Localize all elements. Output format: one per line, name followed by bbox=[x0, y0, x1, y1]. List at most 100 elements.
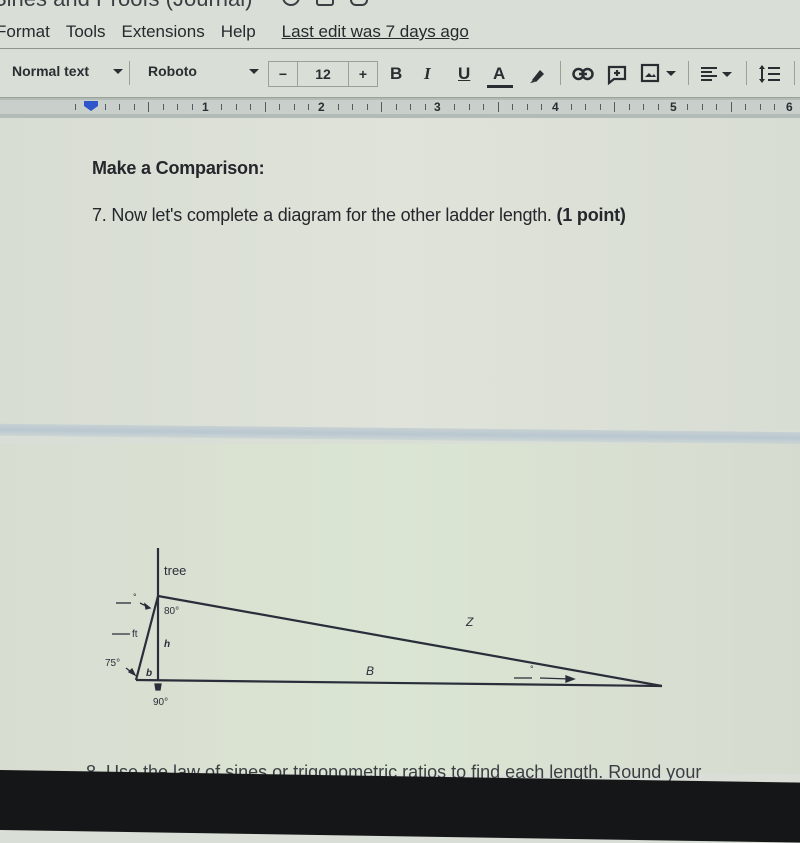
link-icon[interactable] bbox=[572, 67, 594, 81]
chevron-down-icon bbox=[722, 71, 732, 77]
ft-label: ft bbox=[132, 629, 138, 640]
italic-button[interactable]: I bbox=[424, 61, 431, 87]
ruler-tick bbox=[774, 104, 776, 110]
question-text: 7. Now let's complete a diagram for the … bbox=[92, 205, 552, 225]
arrow-head-icon bbox=[127, 667, 137, 677]
paragraph-style-dropdown[interactable]: Normal text bbox=[12, 63, 124, 79]
ground-angle-label: 75° bbox=[105, 658, 120, 669]
ruler-number: 5 bbox=[670, 100, 677, 114]
chevron-down-icon bbox=[113, 68, 124, 74]
ruler-tick bbox=[162, 104, 164, 110]
ruler-tick bbox=[745, 104, 747, 110]
ruler-tick bbox=[512, 104, 514, 110]
ruler-tick bbox=[570, 104, 572, 110]
ruler-tick bbox=[191, 104, 193, 110]
ruler-tick bbox=[366, 104, 368, 110]
question-7: 7. Now let's complete a diagram for the … bbox=[92, 205, 626, 226]
ruler-tick bbox=[541, 104, 543, 110]
line-spacing-icon[interactable] bbox=[758, 64, 782, 84]
arrow-head-icon bbox=[565, 675, 576, 683]
ruler-tick bbox=[614, 102, 616, 112]
ruler-tick bbox=[643, 104, 645, 110]
toolbar-separator bbox=[560, 61, 561, 85]
ruler-tick bbox=[599, 104, 601, 110]
ruler-tick bbox=[585, 104, 587, 110]
font-dropdown[interactable]: Roboto bbox=[148, 63, 259, 79]
ruler-tick bbox=[483, 104, 485, 110]
ruler-tick bbox=[701, 104, 703, 110]
ladder-triangle-diagram: tree 80° ° ft h 75° b 90° Z B ° bbox=[105, 548, 663, 708]
highlight-pen-icon[interactable] bbox=[528, 66, 546, 84]
bold-button[interactable]: B bbox=[390, 61, 402, 87]
ruler-track: 1 2 3 4 5 6 bbox=[0, 100, 800, 114]
increase-font-size-button[interactable]: + bbox=[349, 62, 377, 86]
add-comment-icon[interactable] bbox=[607, 65, 627, 85]
h-label: h bbox=[164, 639, 170, 650]
font-size-input[interactable]: 12 bbox=[297, 62, 349, 86]
insert-image-button[interactable] bbox=[640, 63, 676, 83]
align-button[interactable] bbox=[700, 66, 732, 82]
text-color-letter: A bbox=[493, 64, 506, 83]
document-title[interactable]: Sines and Proofs (Journal) bbox=[0, 0, 252, 12]
z-label: Z bbox=[465, 615, 474, 629]
ruler-tick bbox=[148, 102, 150, 112]
cloud-status-icon[interactable] bbox=[350, 0, 368, 6]
ruler-tick bbox=[250, 104, 252, 110]
ruler-tick bbox=[293, 104, 295, 110]
ruler[interactable]: 1 2 3 4 5 6 bbox=[0, 97, 800, 118]
ruler-tick bbox=[424, 104, 426, 110]
ruler-number: 6 bbox=[786, 100, 793, 114]
ruler-tick bbox=[381, 102, 383, 112]
paragraph-style-value: Normal text bbox=[12, 63, 90, 79]
text-color-button[interactable]: A bbox=[487, 61, 513, 89]
ruler-tick bbox=[526, 104, 528, 110]
toolbar-separator bbox=[794, 61, 795, 85]
move-to-folder-icon[interactable] bbox=[316, 0, 334, 6]
ruler-tick bbox=[410, 104, 412, 110]
ruler-tick bbox=[468, 104, 470, 110]
arrow-head-icon bbox=[144, 602, 152, 610]
ruler-tick bbox=[657, 104, 659, 110]
menu-divider bbox=[0, 48, 800, 49]
star-icon[interactable] bbox=[282, 0, 300, 6]
ruler-number: 3 bbox=[434, 100, 441, 114]
ruler-tick bbox=[75, 104, 77, 110]
ruler-tick bbox=[730, 102, 732, 112]
question-points: (1 point) bbox=[556, 205, 626, 225]
ruler-tick bbox=[308, 104, 310, 110]
left-indent-marker[interactable] bbox=[84, 101, 98, 111]
font-size-control: − 12 + bbox=[268, 61, 378, 87]
chevron-down-icon bbox=[666, 70, 676, 76]
b-label: b bbox=[146, 668, 152, 679]
title-bar: Sines and Proofs (Journal) bbox=[0, 0, 800, 16]
right-angle-marker-icon bbox=[154, 683, 162, 691]
ruler-number: 2 bbox=[318, 100, 325, 114]
ruler-tick bbox=[352, 104, 354, 110]
image-icon bbox=[640, 63, 660, 83]
ruler-tick bbox=[279, 104, 281, 110]
blank-angle-label: ° bbox=[133, 592, 137, 602]
long-ladder-line bbox=[157, 594, 663, 688]
big-b-label: B bbox=[366, 664, 374, 678]
decrease-font-size-button[interactable]: − bbox=[269, 62, 297, 86]
toolbar-separator bbox=[129, 61, 130, 85]
menu-extensions[interactable]: Extensions bbox=[122, 22, 205, 42]
ruler-tick bbox=[133, 104, 135, 110]
far-angle-label: ° bbox=[530, 664, 534, 674]
ruler-number: 4 bbox=[552, 100, 559, 114]
text-color-swatch bbox=[487, 85, 513, 88]
ruler-tick bbox=[716, 104, 718, 110]
ruler-tick bbox=[264, 102, 266, 112]
ruler-tick bbox=[337, 104, 339, 110]
menu-help[interactable]: Help bbox=[221, 22, 256, 42]
ruler-tick bbox=[759, 104, 761, 110]
last-edit-link[interactable]: Last edit was 7 days ago bbox=[282, 22, 469, 42]
menu-tools[interactable]: Tools bbox=[66, 22, 106, 42]
ruler-tick bbox=[235, 104, 237, 110]
underline-button[interactable]: U bbox=[458, 61, 470, 87]
toolbar: Normal text Roboto − 12 + B I U A bbox=[0, 58, 800, 90]
ruler-tick bbox=[395, 104, 397, 110]
menu-format[interactable]: Format bbox=[0, 22, 50, 42]
toolbar-separator bbox=[688, 61, 689, 85]
align-left-icon bbox=[701, 67, 717, 81]
